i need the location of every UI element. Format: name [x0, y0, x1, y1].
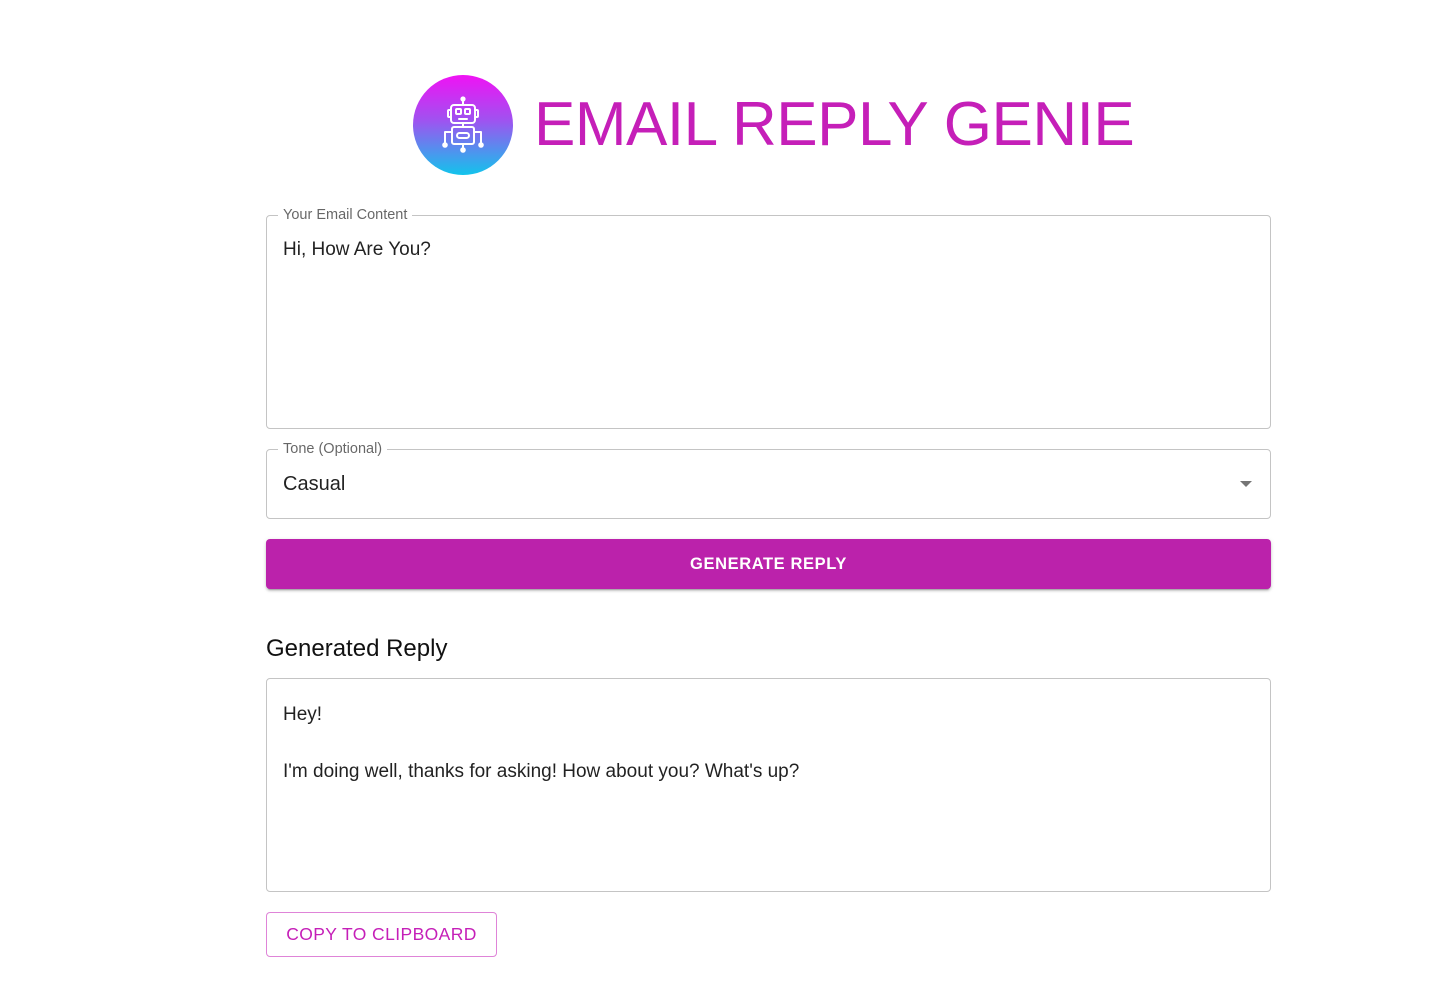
- generated-reply-text[interactable]: Hey! I'm doing well, thanks for asking! …: [283, 701, 1243, 787]
- generated-reply-heading: Generated Reply: [266, 635, 448, 662]
- email-content-input[interactable]: Hi, How Are You?: [283, 238, 1243, 408]
- tone-selected-value: Casual: [283, 473, 346, 495]
- copy-to-clipboard-button[interactable]: COPY TO CLIPBOARD: [266, 912, 497, 957]
- robot-icon: [413, 75, 513, 175]
- tone-label: Tone (Optional): [278, 441, 388, 458]
- tone-select[interactable]: Tone (Optional) Casual: [266, 441, 1271, 519]
- generated-reply-field[interactable]: Hey! I'm doing well, thanks for asking! …: [266, 678, 1271, 892]
- dropdown-arrow-icon[interactable]: [1240, 481, 1252, 487]
- app-header: EMAIL REPLY GENIE: [413, 75, 1135, 175]
- app-title: EMAIL REPLY GENIE: [534, 90, 1135, 159]
- email-content-field[interactable]: Your Email Content Hi, How Are You?: [266, 207, 1271, 429]
- generate-reply-button[interactable]: GENERATE REPLY: [266, 539, 1271, 589]
- email-content-label: Your Email Content: [278, 207, 413, 224]
